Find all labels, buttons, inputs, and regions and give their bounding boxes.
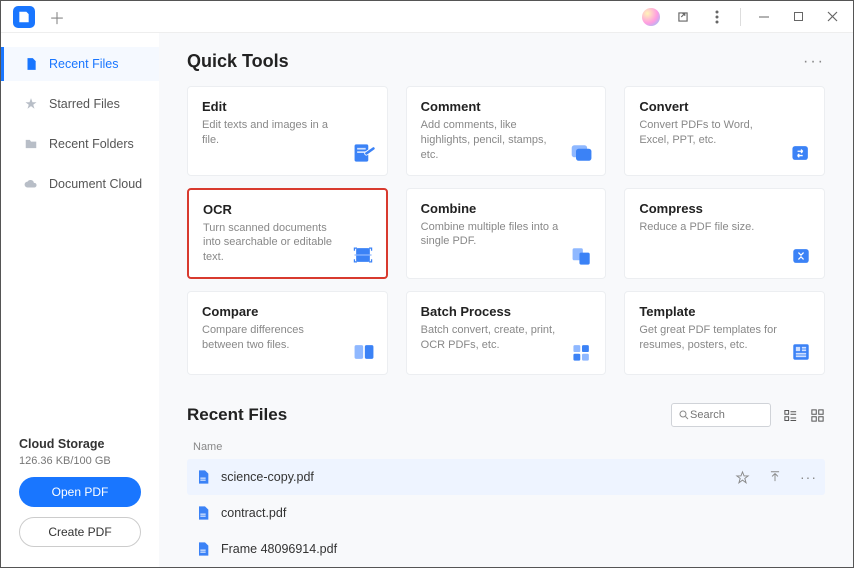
open-pdf-button[interactable]: Open PDF <box>19 477 141 507</box>
kebab-menu-icon[interactable] <box>700 3 734 31</box>
search-input[interactable] <box>690 409 750 421</box>
tool-desc: Get great PDF templates for resumes, pos… <box>639 323 810 353</box>
search-icon <box>678 409 690 421</box>
cloud-storage-title: Cloud Storage <box>19 437 141 451</box>
sidebar-item-starred-files[interactable]: Starred Files <box>1 87 159 121</box>
quick-tools-more-icon[interactable]: ··· <box>803 53 825 71</box>
star-file-icon[interactable] <box>735 470 750 485</box>
grid-view-icon[interactable] <box>810 408 825 423</box>
sidebar-item-recent-folders[interactable]: Recent Folders <box>1 127 159 161</box>
tool-desc: Reduce a PDF file size. <box>639 220 810 235</box>
folder-icon <box>23 136 39 152</box>
app-logo <box>13 6 35 28</box>
tool-card-batch-process[interactable]: Batch Process Batch convert, create, pri… <box>406 291 607 375</box>
search-box[interactable] <box>671 403 771 427</box>
quick-tools-title: Quick Tools <box>187 51 289 72</box>
tool-desc: Edit texts and images in a file. <box>202 118 373 148</box>
tool-card-comment[interactable]: Comment Add comments, like highlights, p… <box>406 86 607 176</box>
tool-desc: Add comments, like highlights, pencil, s… <box>421 118 592 163</box>
tool-desc: Batch convert, create, print, OCR PDFs, … <box>421 323 592 353</box>
upload-file-icon[interactable] <box>768 470 782 484</box>
file-row[interactable]: Frame 48096914.pdf <box>187 531 825 567</box>
file-name: science-copy.pdf <box>221 470 314 484</box>
convert-icon <box>788 141 814 165</box>
sidebar-item-label: Starred Files <box>49 97 120 111</box>
compare-icon <box>351 340 377 364</box>
combine-icon <box>569 244 595 268</box>
create-pdf-button[interactable]: Create PDF <box>19 517 141 547</box>
batch-icon <box>569 340 595 364</box>
pdf-file-icon <box>195 541 211 557</box>
share-icon[interactable] <box>666 3 700 31</box>
file-more-icon[interactable]: ··· <box>800 469 817 485</box>
user-avatar[interactable] <box>642 8 660 26</box>
file-row[interactable]: contract.pdf <box>187 495 825 531</box>
tool-title: Convert <box>639 99 810 114</box>
tool-title: Compress <box>639 201 810 216</box>
tool-desc: Convert PDFs to Word, Excel, PPT, etc. <box>639 118 810 148</box>
column-header-name: Name <box>187 437 825 459</box>
tool-card-combine[interactable]: Combine Combine multiple files into a si… <box>406 188 607 280</box>
tool-desc: Turn scanned documents into searchable o… <box>203 221 372 266</box>
tool-title: OCR <box>203 202 372 217</box>
recent-files-title: Recent Files <box>187 405 287 425</box>
tool-title: Compare <box>202 304 373 319</box>
cloud-storage-usage: 126.36 KB/100 GB <box>19 455 141 467</box>
new-tab-button[interactable]: ＋ <box>49 5 65 29</box>
comment-icon <box>569 141 595 165</box>
sidebar-item-recent-files[interactable]: Recent Files <box>1 47 159 81</box>
tool-card-compress[interactable]: Compress Reduce a PDF file size. <box>624 188 825 280</box>
file-icon <box>23 56 39 72</box>
file-name: contract.pdf <box>221 506 286 520</box>
sidebar-item-label: Document Cloud <box>49 177 142 191</box>
cloud-icon <box>23 176 39 192</box>
tool-card-compare[interactable]: Compare Compare differences between two … <box>187 291 388 375</box>
sidebar-item-document-cloud[interactable]: Document Cloud <box>1 167 159 201</box>
template-icon <box>788 340 814 364</box>
pdf-file-icon <box>195 505 211 521</box>
tool-title: Batch Process <box>421 304 592 319</box>
tool-title: Comment <box>421 99 592 114</box>
tool-title: Template <box>639 304 810 319</box>
tool-card-edit[interactable]: Edit Edit texts and images in a file. <box>187 86 388 176</box>
tool-desc: Compare differences between two files. <box>202 323 373 353</box>
tool-card-ocr[interactable]: OCR Turn scanned documents into searchab… <box>187 188 388 280</box>
tool-card-convert[interactable]: Convert Convert PDFs to Word, Excel, PPT… <box>624 86 825 176</box>
tool-title: Edit <box>202 99 373 114</box>
close-button[interactable] <box>815 3 849 31</box>
maximize-button[interactable] <box>781 3 815 31</box>
star-icon <box>23 96 39 112</box>
minimize-button[interactable] <box>747 3 781 31</box>
edit-icon <box>351 141 377 165</box>
tool-card-template[interactable]: Template Get great PDF templates for res… <box>624 291 825 375</box>
list-view-icon[interactable] <box>783 408 798 423</box>
sidebar-item-label: Recent Files <box>49 57 118 71</box>
ocr-icon <box>350 243 376 267</box>
pdf-file-icon <box>195 469 211 485</box>
compress-icon <box>788 244 814 268</box>
tool-desc: Combine multiple files into a single PDF… <box>421 220 592 250</box>
tool-title: Combine <box>421 201 592 216</box>
file-row[interactable]: science-copy.pdf ··· <box>187 459 825 495</box>
file-name: Frame 48096914.pdf <box>221 542 337 556</box>
sidebar-item-label: Recent Folders <box>49 137 134 151</box>
